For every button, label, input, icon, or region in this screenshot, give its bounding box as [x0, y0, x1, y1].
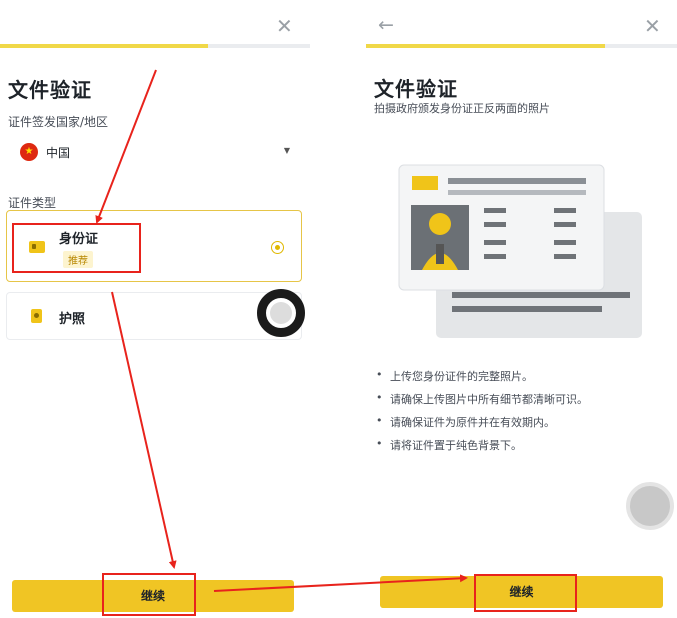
radio-selected[interactable] — [271, 241, 284, 254]
id-card-illustration — [398, 164, 642, 338]
option-passport-label: 护照 — [59, 312, 86, 327]
tip-item: 请将证件置于纯色背景下。 — [376, 437, 522, 453]
tip-item: 请确保证件为原件并在有效期内。 — [376, 414, 555, 430]
progress-fill — [0, 44, 208, 48]
passport-icon — [31, 309, 42, 323]
china-flag-icon: ★ — [20, 143, 38, 161]
tip-item: 上传您身份证件的完整照片。 — [376, 368, 533, 384]
close-icon[interactable]: ✕ — [276, 16, 293, 36]
page-title: 文件验证 — [8, 78, 92, 102]
touch-indicator — [257, 289, 305, 337]
country-label: 证件签发国家/地区 — [8, 115, 109, 129]
country-select[interactable]: ★ 中国 ▼ — [8, 133, 298, 171]
highlight-id-card — [12, 223, 141, 273]
highlight-continue-left — [102, 573, 196, 616]
highlight-continue-right — [474, 574, 577, 612]
screen-gap — [310, 0, 356, 618]
tip-item: 请确保上传图片中所有细节都清晰可识。 — [376, 391, 588, 407]
touch-indicator — [626, 482, 674, 530]
country-value: 中国 — [46, 146, 71, 160]
right-screen: ← ✕ 文件验证 拍摄政府颁发身份证正反两面的照片 上传您身份证件的完整照片。 … — [356, 0, 677, 618]
doc-type-label: 证件类型 — [8, 196, 57, 210]
progress-bar — [0, 44, 310, 48]
chevron-down-icon: ▼ — [283, 146, 290, 155]
